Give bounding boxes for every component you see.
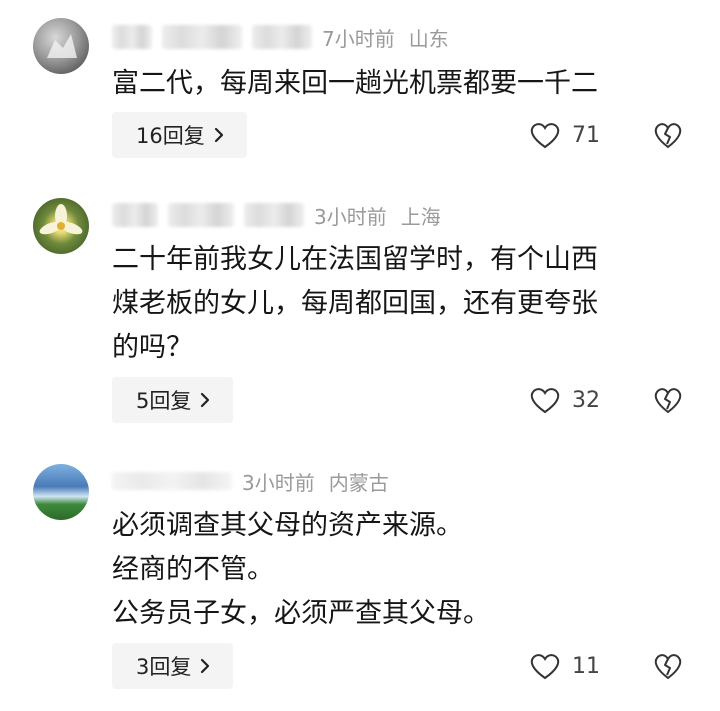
like-count: 32 bbox=[572, 387, 600, 413]
broken-heart-icon bbox=[654, 654, 682, 680]
avatar[interactable] bbox=[33, 464, 89, 520]
chevron-right-icon bbox=[214, 127, 223, 143]
avatar[interactable] bbox=[33, 198, 89, 254]
replies-count: 3回复 bbox=[136, 655, 192, 679]
username-redacted bbox=[112, 472, 232, 490]
username-redacted bbox=[244, 203, 304, 227]
broken-heart-icon bbox=[654, 123, 682, 149]
dislike-button[interactable] bbox=[652, 112, 684, 158]
username-redacted bbox=[252, 25, 312, 49]
heart-outline-icon bbox=[530, 654, 560, 680]
dislike-button[interactable] bbox=[652, 643, 684, 689]
comment-meta: 3小时前 内蒙古 bbox=[112, 466, 389, 496]
like-button[interactable]: 11 bbox=[528, 643, 600, 689]
comment-time: 7小时前 山东 bbox=[322, 26, 449, 51]
dislike-button[interactable] bbox=[652, 377, 684, 423]
replies-count: 16回复 bbox=[136, 124, 205, 148]
replies-button[interactable]: 16回复 bbox=[112, 112, 247, 158]
like-button[interactable]: 71 bbox=[528, 112, 600, 158]
avatar-figure-icon bbox=[47, 34, 77, 58]
like-button[interactable]: 32 bbox=[528, 377, 600, 423]
avatar[interactable] bbox=[33, 18, 89, 74]
replies-button[interactable]: 3回复 bbox=[112, 643, 234, 689]
broken-heart-icon bbox=[654, 388, 682, 414]
comment-time: 3小时前 内蒙古 bbox=[242, 470, 389, 495]
comment-time: 3小时前 上海 bbox=[314, 204, 441, 229]
comment-location: 山东 bbox=[408, 26, 449, 51]
like-count: 11 bbox=[572, 653, 600, 679]
comment-text: 富二代，每周来回一趟光机票都要一千二 bbox=[112, 68, 598, 99]
replies-button[interactable]: 5回复 bbox=[112, 377, 234, 423]
comment-location: 上海 bbox=[400, 204, 441, 229]
username-redacted bbox=[168, 203, 234, 227]
comment-text: 必须调查其父母的资产来源。 经商的不管。 公务员子女，必须严查其父母。 bbox=[112, 510, 490, 629]
chevron-right-icon bbox=[201, 658, 210, 674]
comment-text: 二十年前我女儿在法国留学时，有个山西 煤老板的女儿，每周都回国，还有更夸张 的吗… bbox=[112, 244, 598, 363]
heart-outline-icon bbox=[530, 388, 560, 414]
avatar-flower-icon bbox=[39, 204, 83, 235]
username-redacted bbox=[112, 25, 152, 49]
comment-meta: 3小时前 上海 bbox=[112, 200, 441, 230]
username-redacted bbox=[162, 25, 242, 49]
comment-location: 内蒙古 bbox=[328, 470, 389, 495]
username-redacted bbox=[112, 203, 158, 227]
chevron-right-icon bbox=[201, 392, 210, 408]
replies-count: 5回复 bbox=[136, 389, 192, 413]
like-count: 71 bbox=[572, 122, 600, 148]
heart-outline-icon bbox=[530, 123, 560, 149]
comment-meta: 7小时前 山东 bbox=[112, 22, 449, 52]
